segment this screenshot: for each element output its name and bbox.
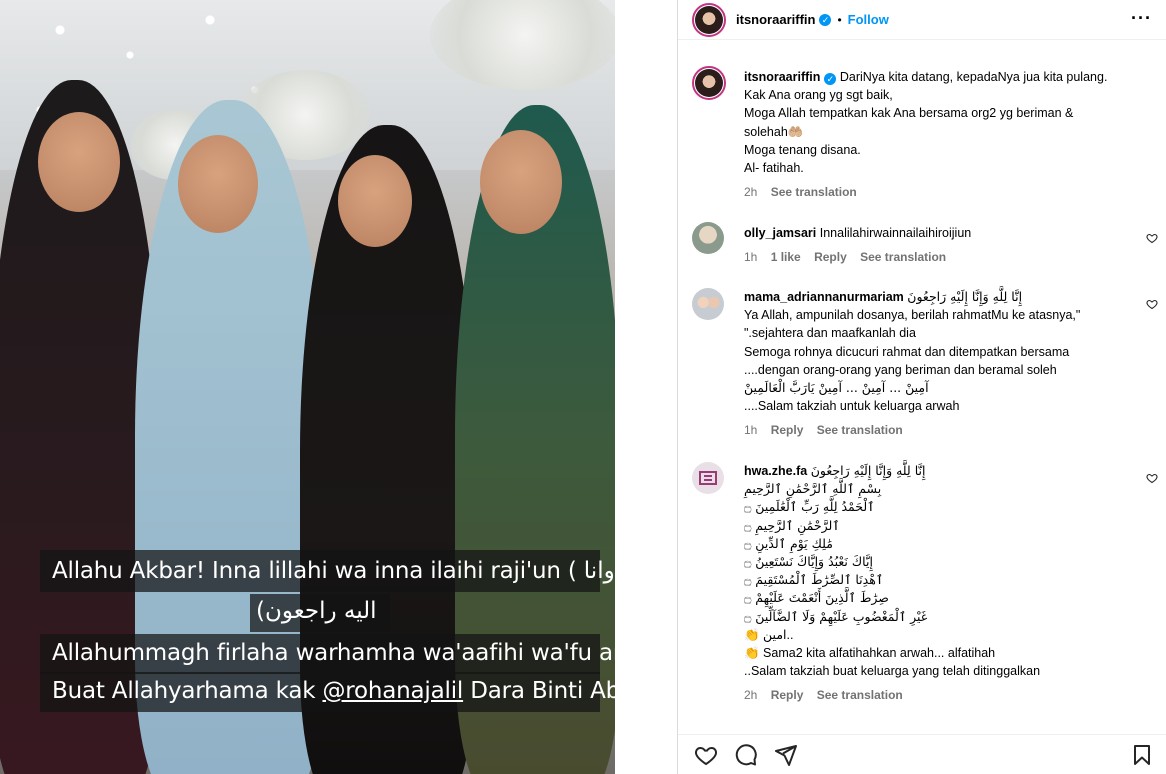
comment-text: Innalilahirwainnailaihiroijiun xyxy=(819,226,972,240)
see-translation-link[interactable]: See translation xyxy=(860,250,946,264)
commenter-avatar[interactable] xyxy=(692,462,724,494)
comment-time: 1h xyxy=(744,250,758,265)
comment-line: آمِينْ ... آمِينْ ... آمِينْ يَارَبَّ ال… xyxy=(744,380,929,396)
comments-list[interactable]: itsnoraariffin ✓ DariNya kita datang, kep… xyxy=(678,52,1166,732)
see-translation-link[interactable]: See translation xyxy=(817,423,903,437)
caption-avatar[interactable] xyxy=(692,66,726,100)
comment-line: بِسْمِ ٱللَّهِ ٱلرَّحْمَٰنِ ٱلرَّحِيمِ xyxy=(744,481,882,497)
comment-time: 1h xyxy=(744,423,758,438)
caption-line: Moga tenang disana. xyxy=(744,142,861,157)
comment-line: إِيَّاكَ نَعْبُدُ وَإِيَّاكَ نَسْتَعِينُ… xyxy=(744,554,873,570)
like-heart-icon[interactable] xyxy=(1146,298,1158,310)
comment-line: ....dengan orang-orang yang beriman dan … xyxy=(744,362,1057,377)
media-caption-line-3: Allahummagh firlaha warhamha wa'aafihi w… xyxy=(52,640,615,666)
comment-line: ٱلْحَمْدُ لِلَّهِ رَبِّ ٱلْعَٰلَمِينَ ۝ xyxy=(744,499,875,515)
author-username[interactable]: itsnoraariffin xyxy=(736,12,815,27)
comment-line: إِنَّا لِلَّهِ وَإِنَّا إِلَيْهِ رَاجِعُ… xyxy=(907,289,1023,304)
reply-button[interactable]: Reply xyxy=(771,423,804,437)
post-side-panel: itsnoraariffin ✓ • Follow ··· itsnoraari… xyxy=(677,0,1166,774)
caption-line: solehah🤲🏼 xyxy=(744,124,804,139)
comment-line: ".sejahtera dan maafkanlah dia xyxy=(744,326,916,341)
media-caption-line-2: (اليه راجعون xyxy=(256,598,377,624)
caption-line: Kak Ana orang yg sgt baik, xyxy=(744,88,893,103)
comment-line: إِنَّا لِلَّهِ وَإِنَّا إِلَيْهِ رَاجِعُ… xyxy=(810,463,926,478)
follow-button[interactable]: Follow xyxy=(848,12,889,27)
comment-line: ٱهْدِنَا ٱلصِّرَٰطَ ٱلْمُسْتَقِيمَ ۝ xyxy=(744,572,884,588)
verified-badge-icon: ✓ xyxy=(819,13,832,26)
comment-line: 👏 Sama2 kita alfatihahkan arwah... alfat… xyxy=(744,646,996,661)
comment-line: غَيْرِ ٱلْمَغْضُوبِ عَلَيْهِمْ وَلَا ٱلض… xyxy=(744,608,928,624)
separator-dot: • xyxy=(837,12,842,27)
comment-line: ٱلرَّحْمَٰنِ ٱلرَّحِيمِ ۝ xyxy=(744,517,840,533)
caption-line: DariNya kita datang, kepadaNya jua kita … xyxy=(839,70,1108,84)
caption-line: Al- fatihah. xyxy=(744,161,804,176)
author-avatar[interactable] xyxy=(692,2,726,37)
comment-line: ....Salam takziah untuk keluarga arwah xyxy=(744,399,960,414)
comment-line: Semoga rohnya dicucuri rahmat dan ditemp… xyxy=(744,344,1070,359)
comment-username[interactable]: olly_jamsari xyxy=(744,226,816,240)
post-actions xyxy=(678,734,1166,774)
mention-link[interactable]: @rohanajalil xyxy=(322,678,463,704)
like-icon[interactable] xyxy=(694,743,718,767)
post-photo: Allahu Akbar! Inna lillahi wa inna ilaih… xyxy=(0,0,615,774)
comment-time: 2h xyxy=(744,688,758,703)
like-heart-icon[interactable] xyxy=(1146,472,1158,484)
comment-username[interactable]: mama_adriannanurmariam xyxy=(744,290,904,304)
commenter-avatar[interactable] xyxy=(692,288,724,320)
reply-button[interactable]: Reply xyxy=(814,250,847,264)
like-heart-icon[interactable] xyxy=(1146,232,1158,244)
reply-button[interactable]: Reply xyxy=(771,688,804,702)
comment-icon[interactable] xyxy=(734,743,758,767)
more-options-icon[interactable]: ··· xyxy=(1131,8,1152,29)
post-media[interactable]: Allahu Akbar! Inna lillahi wa inna ilaih… xyxy=(0,0,677,774)
comment-likes[interactable]: 1 like xyxy=(771,250,801,264)
verified-badge-icon: ✓ xyxy=(824,73,837,85)
comment-username[interactable]: hwa.zhe.fa xyxy=(744,464,807,478)
see-translation-link[interactable]: See translation xyxy=(771,185,857,199)
save-bookmark-icon[interactable] xyxy=(1130,743,1154,767)
post-header: itsnoraariffin ✓ • Follow ··· xyxy=(678,0,1166,40)
media-caption-line-1: Allahu Akbar! Inna lillahi wa inna ilaih… xyxy=(52,558,615,584)
comment-line: صِرَٰطَ ٱلَّذِينَ أَنْعَمْتَ عَلَيْهِمْ … xyxy=(744,590,889,606)
comment-line: مَٰلِكِ يَوْمِ ٱلدِّينِ ۝ xyxy=(744,535,833,551)
comment-line: Ya Allah, ampunilah dosanya, berilah rah… xyxy=(744,308,1081,323)
share-icon[interactable] xyxy=(774,743,798,767)
see-translation-link[interactable]: See translation xyxy=(817,688,903,702)
media-caption-line-4: Buat Allahyarhama kak @rohanajalil Dara … xyxy=(52,678,615,704)
commenter-avatar[interactable] xyxy=(692,222,724,254)
caption-line: Moga Allah tempatkan kak Ana bersama org… xyxy=(744,106,1074,121)
comment-line: ..Salam takziah buat keluarga yang telah… xyxy=(744,664,1041,679)
caption-username[interactable]: itsnoraariffin xyxy=(744,70,820,84)
caption-time: 2h xyxy=(744,185,758,200)
comment-line: 👏 امين.. xyxy=(744,627,794,642)
